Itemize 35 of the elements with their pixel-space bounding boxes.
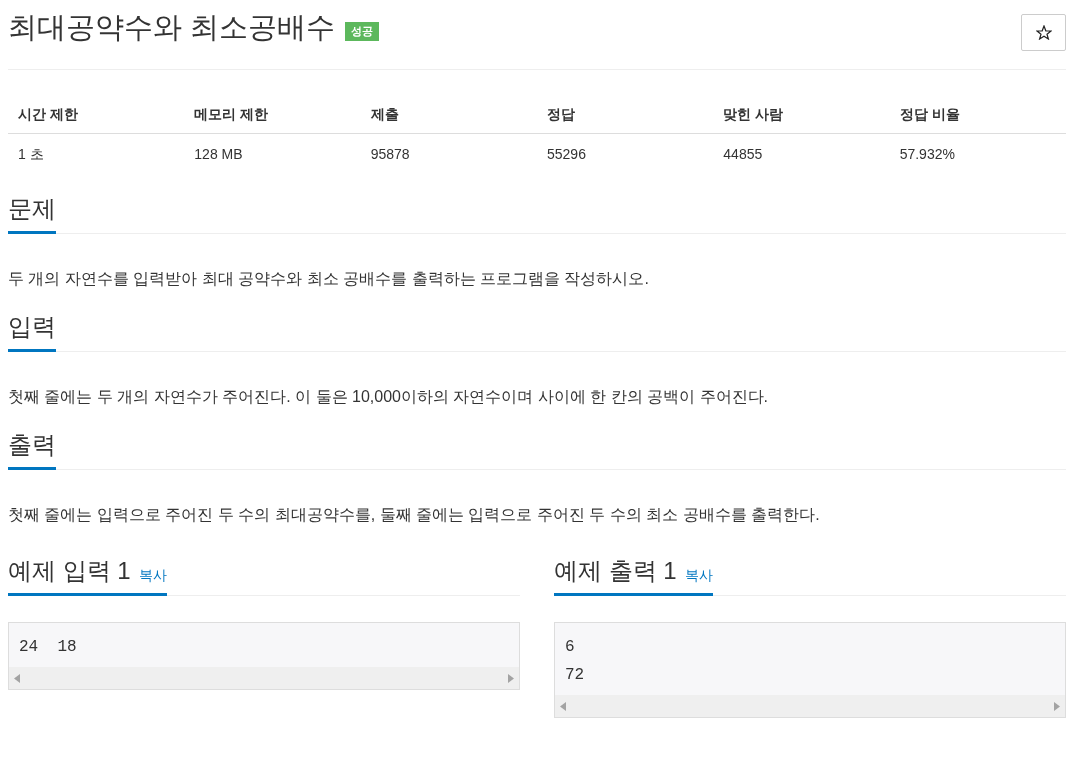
sample-line: 24 18 [19, 637, 78, 658]
table-cell: 128 MB [184, 133, 361, 175]
section-text: 두 개의 자연수를 입력받아 최대 공약수와 최소 공배수를 출력하는 프로그램을 작성하시오. [8, 269, 650, 289]
scroll-left-icon[interactable] [560, 701, 566, 711]
horizontal-scrollbar[interactable] [9, 667, 519, 689]
column-header: 정답 [537, 96, 714, 134]
column-header: 메모리 제한 [184, 96, 361, 134]
problem-title: 최대공약수와 최소공배수 [8, 10, 336, 45]
column-header: 시간 제한 [8, 96, 185, 134]
table-cell: 1 초 [8, 133, 185, 175]
scroll-right-icon[interactable] [1054, 701, 1060, 711]
table-cell: 57.932% [889, 133, 1066, 175]
copy-link[interactable]: 복사 [138, 563, 167, 587]
table-cell: 44855 [713, 133, 890, 175]
sample-line: 6 [565, 637, 576, 658]
copy-link[interactable]: 복사 [684, 563, 713, 587]
section-heading: 예제 입력 1 [8, 556, 131, 586]
section-heading: 입력 [8, 312, 56, 342]
favorite-button[interactable] [1021, 14, 1066, 51]
section-heading: 문제 [8, 194, 56, 224]
table-cell: 55296 [537, 133, 714, 175]
column-header: 맞힌 사람 [713, 96, 890, 134]
table-cell: 95878 [360, 133, 537, 175]
section-text: 첫째 줄에는 두 개의 자연수가 주어진다. 이 둘은 10,000이하의 자연수이며 사이에 한 칸의 공백이 주어진다. [8, 387, 770, 407]
scroll-left-icon[interactable] [14, 673, 20, 683]
scroll-right-icon[interactable] [508, 673, 514, 683]
column-header: 정답 비율 [889, 96, 1066, 134]
section-text: 첫째 줄에는 입력으로 주어진 두 수의 최대공약수를, 둘째 줄에는 입력으로 주어진 두 수의 최소 공배수를 출력한다. [8, 505, 821, 525]
result-badge: 성공 [345, 21, 380, 41]
sample-line: 72 [565, 665, 586, 686]
section-heading: 예제 출력 1 [554, 556, 677, 586]
column-header: 제출 [360, 96, 537, 134]
horizontal-scrollbar[interactable] [555, 695, 1065, 717]
star-icon [1035, 25, 1052, 40]
section-heading: 출력 [8, 430, 56, 460]
